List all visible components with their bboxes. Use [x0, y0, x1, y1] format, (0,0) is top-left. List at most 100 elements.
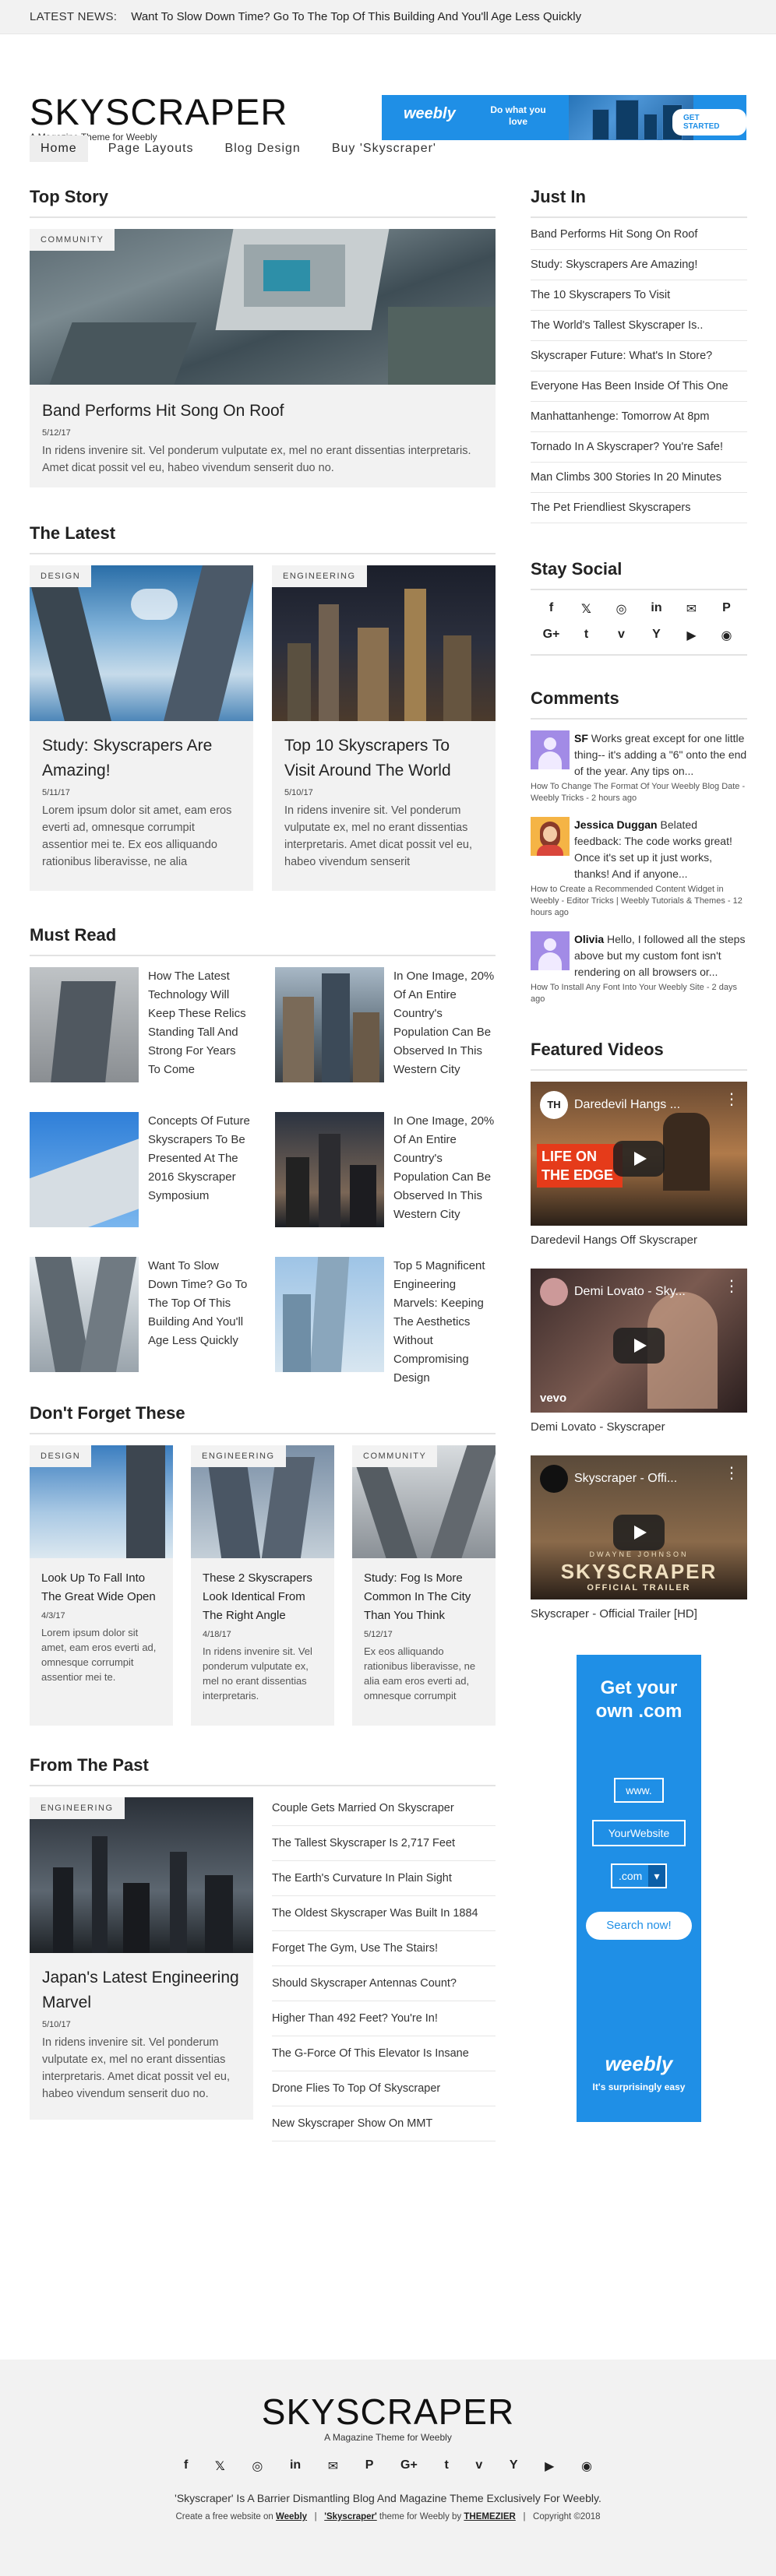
just-in-link[interactable]: The 10 Skyscrapers To Visit	[531, 280, 747, 311]
pinterest-icon[interactable]: P	[365, 2458, 374, 2474]
nav-buy-skyscraper[interactable]: Buy 'Skyscraper'	[321, 135, 447, 162]
just-in-link[interactable]: Tornado In A Skyscraper? You're Safe!	[531, 432, 747, 463]
hacker-news-icon[interactable]: Y	[510, 2458, 518, 2474]
dont-forget-card[interactable]: COMMUNITY Study: Fog Is More Common In T…	[352, 1445, 496, 1726]
comment-meta[interactable]: How to Create a Recommended Content Widg…	[531, 884, 747, 919]
just-in-link[interactable]: Manhattanhenge: Tomorrow At 8pm	[531, 402, 747, 432]
weebly-link[interactable]: Weebly	[276, 2512, 307, 2521]
video-caption[interactable]: Skyscraper - Official Trailer [HD]	[531, 1607, 747, 1621]
more-options-icon[interactable]: ⋮	[724, 1463, 739, 1483]
from-past-link[interactable]: Forget The Gym, Use The Stairs!	[272, 1931, 496, 1966]
dribbble-icon[interactable]: ◉	[581, 2458, 592, 2474]
from-past-link[interactable]: New Skyscraper Show On MMT	[272, 2106, 496, 2141]
top-story-title[interactable]: Band Performs Hit Song On Roof	[42, 399, 483, 424]
dont-forget-title[interactable]: Study: Fog Is More Common In The City Th…	[364, 1569, 484, 1625]
instagram-icon[interactable]: ◎	[604, 601, 639, 617]
dont-forget-card[interactable]: ENGINEERING These 2 Skyscrapers Look Ide…	[191, 1445, 334, 1726]
play-button-icon[interactable]	[613, 1328, 665, 1364]
weebly-sidebar-ad[interactable]: Get your own .com www. YourWebsite .com ▾…	[577, 1655, 701, 2122]
comment-author[interactable]: Olivia	[574, 933, 604, 945]
site-logo[interactable]: SKYSCRAPER	[30, 90, 287, 133]
dont-forget-title[interactable]: Look Up To Fall Into The Great Wide Open	[41, 1569, 161, 1606]
google-plus-icon[interactable]: G+	[534, 628, 569, 643]
pinterest-icon[interactable]: P	[709, 601, 744, 617]
comment-author[interactable]: SF	[574, 732, 588, 744]
tumblr-icon[interactable]: t	[569, 628, 604, 643]
theme-link[interactable]: 'Skyscraper'	[324, 2512, 377, 2521]
video-caption[interactable]: Demi Lovato - Skyscraper	[531, 1420, 747, 1434]
comment-author[interactable]: Jessica Duggan	[574, 818, 658, 831]
latest-title[interactable]: Top 10 Skyscrapers To Visit Around The W…	[284, 734, 483, 783]
vimeo-icon[interactable]: v	[475, 2458, 482, 2474]
must-read-item[interactable]: In One Image, 20% Of An Entire Country's…	[275, 967, 496, 1082]
get-started-button[interactable]: GET STARTED	[672, 109, 746, 135]
nav-blog-design[interactable]: Blog Design	[214, 135, 312, 162]
must-read-item[interactable]: Want To Slow Down Time? Go To The Top Of…	[30, 1257, 250, 1388]
latest-card[interactable]: ENGINEERING Top 10 Skyscrapers To Visit …	[272, 565, 496, 891]
dribbble-icon[interactable]: ◉	[709, 628, 744, 643]
ticker-link[interactable]: Want To Slow Down Time? Go To The Top Of…	[131, 10, 581, 23]
must-read-title[interactable]: Top 5 Magnificent Engineering Marvels: K…	[393, 1257, 496, 1388]
twitter-icon[interactable]: 𝕏	[569, 601, 604, 617]
from-past-title[interactable]: Japan's Latest Engineering Marvel	[42, 1965, 241, 2015]
play-button-icon[interactable]	[613, 1515, 665, 1550]
play-button-icon[interactable]	[613, 1141, 665, 1177]
video-embed[interactable]: TH Daredevil Hangs ... ⋮ LIFE ON THE EDGE	[531, 1082, 747, 1226]
just-in-link[interactable]: Skyscraper Future: What's In Store?	[531, 341, 747, 371]
from-past-link[interactable]: Drone Flies To Top Of Skyscraper	[272, 2071, 496, 2106]
search-now-button[interactable]: Search now!	[586, 1912, 692, 1940]
youtube-icon[interactable]: ▶	[545, 2458, 554, 2474]
nav-home[interactable]: Home	[30, 135, 88, 162]
video-caption[interactable]: Daredevil Hangs Off Skyscraper	[531, 1233, 747, 1247]
linkedin-icon[interactable]: in	[290, 2458, 301, 2474]
dont-forget-title[interactable]: These 2 Skyscrapers Look Identical From …	[203, 1569, 323, 1625]
video-embed[interactable]: Skyscraper - Offi... ⋮ DWAYNE JOHNSON SK…	[531, 1455, 747, 1599]
google-plus-icon[interactable]: G+	[400, 2458, 418, 2474]
just-in-link[interactable]: Man Climbs 300 Stories In 20 Minutes	[531, 463, 747, 493]
must-read-item[interactable]: Top 5 Magnificent Engineering Marvels: K…	[275, 1257, 496, 1388]
vimeo-icon[interactable]: v	[604, 628, 639, 643]
nav-page-layouts[interactable]: Page Layouts	[97, 135, 205, 162]
hacker-news-icon[interactable]: Y	[639, 628, 674, 643]
latest-title[interactable]: Study: Skyscrapers Are Amazing!	[42, 734, 241, 783]
twitter-icon[interactable]: 𝕏	[215, 2458, 225, 2474]
comment-meta[interactable]: How To Install Any Font Into Your Weebly…	[531, 982, 747, 1005]
from-past-link[interactable]: The Tallest Skyscraper Is 2,717 Feet	[272, 1826, 496, 1861]
comment-meta[interactable]: How To Change The Format Of Your Weebly …	[531, 781, 747, 804]
footer-logo[interactable]: SKYSCRAPER	[0, 2391, 776, 2433]
latest-card[interactable]: DESIGN Study: Skyscrapers Are Amazing! 5…	[30, 565, 253, 891]
more-options-icon[interactable]: ⋮	[724, 1089, 739, 1109]
from-past-link[interactable]: The G-Force Of This Elevator Is Insane	[272, 2036, 496, 2071]
instagram-icon[interactable]: ◎	[252, 2458, 263, 2474]
just-in-link[interactable]: The World's Tallest Skyscraper Is..	[531, 311, 747, 341]
must-read-item[interactable]: In One Image, 20% Of An Entire Country's…	[275, 1112, 496, 1227]
from-past-link[interactable]: The Oldest Skyscraper Was Built In 1884	[272, 1896, 496, 1931]
themezier-link[interactable]: THEMEZIER	[464, 2512, 515, 2521]
dont-forget-card[interactable]: DESIGN Look Up To Fall Into The Great Wi…	[30, 1445, 173, 1726]
must-read-title[interactable]: In One Image, 20% Of An Entire Country's…	[393, 1112, 496, 1227]
from-past-link[interactable]: Should Skyscraper Antennas Count?	[272, 1966, 496, 2001]
from-past-feature[interactable]: ENGINEERING Japan's Latest Engineering M…	[30, 1797, 253, 2120]
top-story-card[interactable]: COMMUNITY Band Performs Hit Song On Roof…	[30, 229, 496, 487]
must-read-item[interactable]: Concepts Of Future Skyscrapers To Be Pre…	[30, 1112, 250, 1227]
just-in-link[interactable]: Band Performs Hit Song On Roof	[531, 220, 747, 250]
facebook-icon[interactable]: f	[184, 2458, 188, 2474]
from-past-link[interactable]: Higher Than 492 Feet? You're In!	[272, 2001, 496, 2036]
must-read-title[interactable]: Want To Slow Down Time? Go To The Top Of…	[148, 1257, 250, 1388]
tumblr-icon[interactable]: t	[444, 2458, 448, 2474]
more-options-icon[interactable]: ⋮	[724, 1276, 739, 1296]
just-in-link[interactable]: Study: Skyscrapers Are Amazing!	[531, 250, 747, 280]
video-embed[interactable]: Demi Lovato - Sky... ⋮ vevo	[531, 1269, 747, 1413]
weebly-banner-ad[interactable]: weebly Do what you love GET STARTED	[382, 95, 746, 140]
just-in-link[interactable]: Everyone Has Been Inside Of This One	[531, 371, 747, 402]
facebook-icon[interactable]: f	[534, 601, 569, 617]
from-past-link[interactable]: Couple Gets Married On Skyscraper	[272, 1791, 496, 1826]
linkedin-icon[interactable]: in	[639, 601, 674, 617]
email-icon[interactable]: ✉	[328, 2458, 338, 2474]
from-past-link[interactable]: The Earth's Curvature In Plain Sight	[272, 1861, 496, 1896]
must-read-item[interactable]: How The Latest Technology Will Keep Thes…	[30, 967, 250, 1082]
youtube-icon[interactable]: ▶	[674, 628, 709, 643]
must-read-title[interactable]: Concepts Of Future Skyscrapers To Be Pre…	[148, 1112, 250, 1227]
just-in-link[interactable]: The Pet Friendliest Skyscrapers	[531, 493, 747, 523]
must-read-title[interactable]: In One Image, 20% Of An Entire Country's…	[393, 967, 496, 1082]
